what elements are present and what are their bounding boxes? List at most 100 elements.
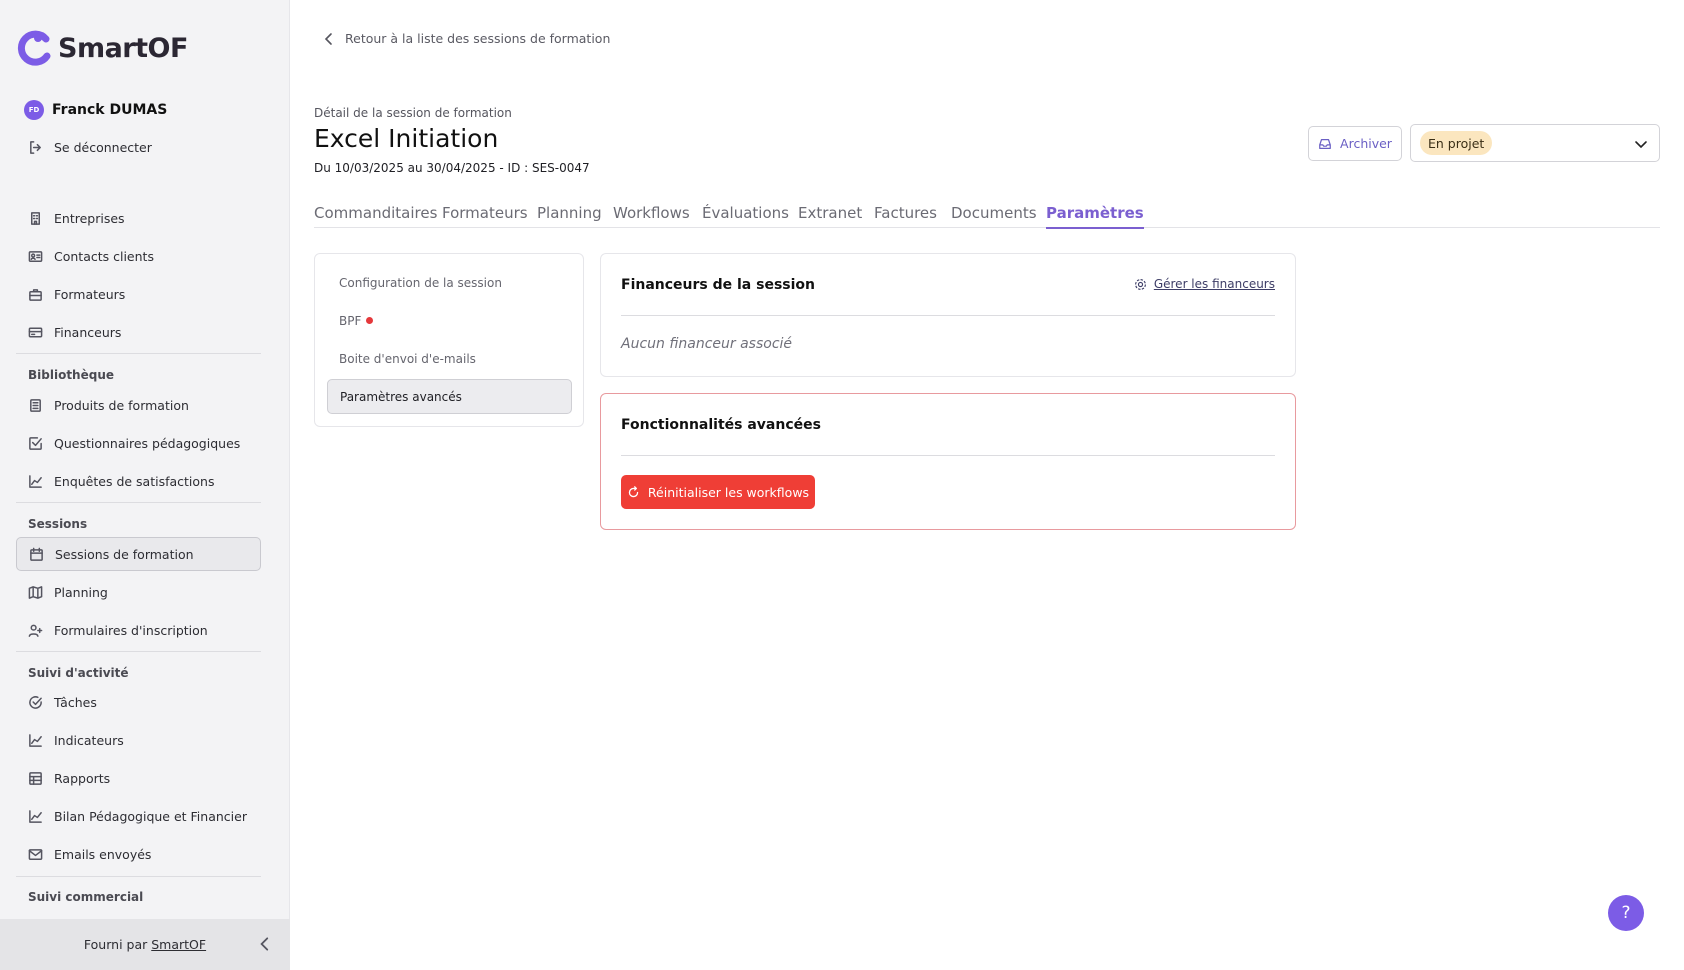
sidebar-item-label: Entreprises — [54, 210, 125, 226]
sidebar-item-produits[interactable]: Produits de formation — [16, 388, 261, 422]
user-profile: FD Franck DUMAS — [24, 100, 167, 120]
map-icon — [28, 585, 43, 599]
logout-button[interactable]: Se déconnecter — [16, 130, 261, 164]
chevron-down-icon — [1635, 141, 1647, 149]
section-title-sessions: Sessions — [28, 517, 88, 531]
sidebar-item-label: Indicateurs — [54, 732, 124, 748]
user-name: Franck DUMAS — [52, 102, 168, 118]
logout-icon — [30, 140, 41, 154]
logo[interactable]: SmartOF — [16, 30, 188, 66]
alert-dot — [366, 317, 374, 324]
sidebar-item-label: Enquêtes de satisfactions — [54, 473, 215, 489]
logo-text: SmartOF — [58, 32, 188, 64]
sidebar-item-contacts-clients[interactable]: Contacts clients — [16, 239, 261, 273]
sidebar-item-formulaires[interactable]: Formulaires d'inscription — [16, 613, 261, 647]
checkbox-icon — [29, 436, 42, 450]
subnav-boite-envoi[interactable]: Boite d'envoi d'e-mails — [327, 341, 572, 376]
sidebar-item-label: Questionnaires pédagogiques — [54, 435, 241, 451]
sidebar-item-label: Emails envoyés — [54, 846, 152, 862]
help-button[interactable]: ? — [1608, 895, 1644, 931]
divider — [16, 353, 261, 354]
advanced-title: Fonctionnalités avancées — [621, 417, 821, 433]
page-subtitle: Détail de la session de formation — [314, 106, 512, 120]
tab-workflows[interactable]: Workflows — [613, 204, 690, 222]
archive-button[interactable]: Archiver — [1308, 126, 1402, 161]
sidebar-item-label: Sessions de formation — [55, 546, 194, 562]
sidebar-item-label: Rapports — [54, 770, 111, 786]
logout-label: Se déconnecter — [54, 139, 152, 155]
tab-factures[interactable]: Factures — [874, 204, 937, 222]
sidebar: SmartOF FD Franck DUMAS Se déconnecter E… — [0, 0, 290, 970]
subnav-label: Paramètres avancés — [340, 389, 462, 404]
tab-formateurs[interactable]: Formateurs — [442, 204, 528, 222]
sidebar-footer: Fourni par SmartOF — [0, 919, 290, 970]
sidebar-item-label: Financeurs — [54, 324, 122, 340]
reset-workflows-label: Réinitialiser les workflows — [647, 484, 810, 500]
status-select[interactable]: En projet — [1410, 124, 1660, 162]
subnav-parametres-avances[interactable]: Paramètres avancés — [327, 379, 572, 414]
building-icon — [31, 211, 40, 225]
card-divider — [621, 315, 1275, 316]
tab-commanditaires[interactable]: Commanditaires — [314, 204, 437, 222]
section-title-bibliotheque: Bibliothèque — [28, 368, 115, 382]
sidebar-item-label: Formulaires d'inscription — [54, 622, 208, 638]
sidebar-item-emails[interactable]: Emails envoyés — [16, 837, 261, 871]
card-divider — [621, 455, 1275, 456]
settings-subnav: Configuration de la session BPF Boite d'… — [314, 253, 584, 427]
user-plus-icon — [28, 624, 43, 637]
line-chart-icon — [29, 809, 42, 823]
tab-parametres[interactable]: Paramètres — [1046, 204, 1144, 229]
divider — [16, 502, 261, 503]
sidebar-item-bilan[interactable]: Bilan Pédagogique et Financier — [16, 799, 261, 833]
sidebar-item-indicateurs[interactable]: Indicateurs — [16, 723, 261, 757]
tab-planning[interactable]: Planning — [537, 204, 602, 222]
calendar-icon — [30, 547, 43, 561]
section-title-suivi: Suivi d'activité — [28, 666, 129, 680]
status-badge: En projet — [1420, 131, 1493, 155]
reset-workflows-button[interactable]: Réinitialiser les workflows — [621, 475, 815, 509]
sidebar-item-enquetes[interactable]: Enquêtes de satisfactions — [16, 464, 261, 498]
subnav-label: BPF — [339, 313, 362, 328]
tab-evaluations[interactable]: Évaluations — [702, 204, 789, 222]
manage-financeurs-link[interactable]: Gérer les financeurs — [1134, 277, 1275, 291]
subnav-configuration[interactable]: Configuration de la session — [327, 265, 572, 300]
sidebar-item-financeurs[interactable]: Financeurs — [16, 315, 261, 349]
smartof-logo-icon — [17, 30, 51, 66]
advanced-card: Fonctionnalités avancées Réinitialiser l… — [600, 393, 1296, 530]
tab-extranet[interactable]: Extranet — [798, 204, 862, 222]
sidebar-item-formateurs[interactable]: Formateurs — [16, 277, 261, 311]
tab-documents[interactable]: Documents — [951, 204, 1037, 222]
footer-link[interactable]: SmartOF — [151, 937, 206, 952]
mail-icon — [28, 848, 43, 860]
briefcase-icon — [29, 288, 42, 301]
financeurs-title: Financeurs de la session — [621, 277, 816, 293]
avatar: FD — [24, 100, 44, 120]
tab-bar: Commanditaires Formateurs Planning Workf… — [314, 204, 1660, 229]
session-dates: Du 10/03/2025 au 30/04/2025 - ID : SES-0… — [314, 161, 590, 175]
back-link[interactable]: Retour à la liste des sessions de format… — [323, 31, 610, 46]
contact-card-icon — [28, 250, 43, 262]
check-circle-icon — [29, 695, 42, 709]
line-chart-icon — [29, 474, 42, 488]
archive-label: Archiver — [1340, 136, 1392, 151]
line-chart-icon — [29, 733, 42, 747]
page-title: Excel Initiation — [314, 124, 499, 153]
footer-prefix: Fourni par — [83, 937, 148, 952]
sidebar-item-rapports[interactable]: Rapports — [16, 761, 261, 795]
document-list-icon — [30, 398, 41, 412]
sidebar-item-label: Bilan Pédagogique et Financier — [54, 808, 247, 824]
sidebar-item-label: Tâches — [54, 694, 97, 710]
sidebar-item-entreprises[interactable]: Entreprises — [16, 201, 261, 235]
subnav-bpf[interactable]: BPF — [327, 303, 572, 338]
sidebar-item-sessions-de-formation[interactable]: Sessions de formation — [16, 537, 261, 571]
manage-financeurs-label: Gérer les financeurs — [1153, 277, 1275, 291]
subnav-label: Configuration de la session — [339, 275, 502, 290]
sidebar-item-taches[interactable]: Tâches — [16, 685, 261, 719]
sidebar-item-questionnaires[interactable]: Questionnaires pédagogiques — [16, 426, 261, 460]
sidebar-item-label: Formateurs — [54, 286, 126, 302]
sidebar-item-label: Contacts clients — [54, 248, 154, 264]
back-link-label: Retour à la liste des sessions de format… — [345, 31, 611, 46]
sidebar-item-planning[interactable]: Planning — [16, 575, 261, 609]
chevron-left-icon[interactable] — [256, 935, 274, 953]
divider — [16, 876, 261, 877]
